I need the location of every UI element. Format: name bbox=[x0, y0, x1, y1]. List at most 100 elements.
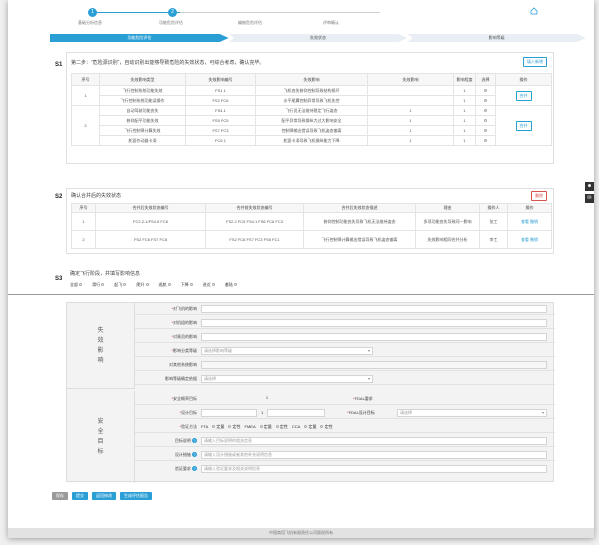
method-options: FTA 定量 定性 FMEA 定量 定性 CCA 定量 定性 bbox=[201, 421, 333, 433]
phase-tab-3[interactable]: 影响等级 bbox=[407, 34, 587, 42]
add-row-button[interactable]: 填入新增 bbox=[523, 57, 547, 67]
back-edit-button[interactable]: 返回修改 bbox=[92, 492, 116, 500]
table-cell: 1 bbox=[367, 135, 454, 146]
fdal-target-select[interactable]: 请选择 bbox=[397, 409, 547, 417]
table-cell: 俯仰配平功能失效 bbox=[99, 115, 186, 126]
group-index: 2 bbox=[71, 105, 100, 146]
s1-col-header: 失效影响类型 bbox=[99, 73, 186, 86]
section-divider bbox=[8, 294, 594, 295]
phase-option[interactable]: 全部 bbox=[70, 282, 83, 288]
table-cell bbox=[367, 85, 454, 96]
merge-button[interactable]: 合并 bbox=[515, 120, 532, 131]
s2-col-header: 操作人 bbox=[479, 203, 508, 213]
method-option[interactable]: 定性 bbox=[275, 421, 288, 433]
design-target-input[interactable] bbox=[201, 409, 257, 417]
table-cell: FC2.2-1/FS4.5 FC6 bbox=[95, 212, 206, 231]
table-cell: FS2 FC6 bbox=[185, 95, 256, 106]
table-cell: FS5 FC5 bbox=[185, 115, 256, 126]
method-option[interactable]: 定量 bbox=[304, 421, 316, 433]
verify-requirement-input[interactable]: 请输入验证要求及相关说明信息 bbox=[201, 465, 547, 473]
row-actions-link[interactable]: 查看 撤销 bbox=[507, 212, 552, 231]
select-radio[interactable] bbox=[475, 85, 496, 96]
select-radio[interactable] bbox=[475, 125, 496, 136]
s1-col-header: 序号 bbox=[71, 73, 100, 86]
fdal-label: FDAL要求 bbox=[354, 396, 373, 401]
table-cell: 1 bbox=[453, 95, 476, 106]
s2-col-header: 序号 bbox=[71, 203, 96, 213]
footer-actions: 保存 提交 返回修改 生成评估报告 bbox=[52, 492, 152, 500]
select-radio[interactable] bbox=[475, 115, 496, 126]
submit-button[interactable]: 提交 bbox=[72, 492, 88, 500]
target-explain-input[interactable]: 请输入目标说明的相关信息 bbox=[201, 437, 547, 445]
phase-bar: 功能危险评估 失效状态 影响等级 bbox=[50, 34, 587, 42]
save-button[interactable]: 保存 bbox=[52, 492, 68, 500]
table-cell: 飞行控制系统功能失效 bbox=[99, 85, 186, 96]
field-label: 对其他系统影响 bbox=[169, 362, 197, 367]
field-label: 设计措施 bbox=[174, 452, 191, 457]
method-option[interactable]: 定量 bbox=[212, 421, 224, 433]
step-2-dot[interactable]: 2 bbox=[168, 8, 177, 17]
section-s1-tag: S1 bbox=[55, 62, 63, 68]
design-measures-input[interactable]: 请输入设计措施或者其他补充说明信息 bbox=[201, 451, 547, 459]
s3-title: 确定飞行阶段，并填写影响信息 bbox=[70, 271, 141, 277]
severity-select[interactable]: 请选择影响等级 bbox=[201, 347, 373, 355]
table-cell: 多项功能丧失导致同一影响 bbox=[415, 212, 480, 231]
select-radio[interactable] bbox=[475, 135, 496, 146]
table-row: 飞行控制系统功能误操作 FS2 FC6 水平尾翼控制异常导致飞机失控 1 bbox=[72, 95, 552, 106]
method-cca: CCA bbox=[291, 424, 301, 429]
table-cell: 1 bbox=[367, 125, 454, 136]
home-icon[interactable] bbox=[530, 7, 538, 15]
phase-option[interactable]: 起飞 bbox=[114, 282, 127, 288]
table-cell: FS4.1 bbox=[185, 105, 256, 116]
user-icon[interactable]: ☻ bbox=[585, 182, 594, 191]
step-3-label: 编制危险评估 bbox=[238, 20, 262, 25]
delete-button[interactable]: 删除 bbox=[531, 191, 547, 201]
help-icon[interactable]: ? bbox=[192, 466, 197, 471]
table-cell: 飞行控制律计算输出错误导致飞机姿态偏离 bbox=[303, 230, 416, 249]
form-row: 影响等级确定依据 请选择 bbox=[135, 373, 555, 385]
method-option[interactable]: 定性 bbox=[320, 421, 333, 433]
method-option[interactable]: 定量 bbox=[259, 421, 272, 433]
form-row: 对其他系统影响 bbox=[135, 359, 555, 371]
row-actions-link[interactable]: 查看 撤销 bbox=[507, 230, 552, 249]
table-cell: FS1.1 bbox=[185, 85, 256, 96]
phase-tab-1[interactable]: 功能危险评估 bbox=[50, 34, 229, 42]
select-radio[interactable] bbox=[475, 95, 496, 106]
chat-icon[interactable]: ✉ bbox=[585, 194, 594, 203]
impact-form: 失效影响 *对飞机的影响 *对机组的影响 *对乘员的影响 *影响分类等级 请选择… bbox=[66, 302, 555, 483]
field-label: 影响等级确定依据 bbox=[165, 376, 197, 381]
phase-tab-2[interactable]: 失效状态 bbox=[228, 34, 408, 42]
table-row: 俯仰配平功能失效 FS5 FC5 配平异常导致操纵力过大影响安全 1 1 bbox=[72, 115, 552, 126]
aircraft-impact-input[interactable] bbox=[201, 305, 547, 313]
help-icon[interactable]: ? bbox=[192, 452, 197, 457]
crew-impact-input[interactable] bbox=[201, 319, 547, 327]
table-cell: 1 bbox=[453, 85, 476, 96]
merge-button[interactable]: 合并 bbox=[515, 90, 532, 101]
form-row: *对飞机的影响 bbox=[135, 303, 555, 315]
phase-option[interactable]: 进近 bbox=[203, 282, 215, 288]
step-1-dot[interactable]: 1 bbox=[88, 8, 97, 17]
s2-col-header: 操作 bbox=[507, 203, 552, 213]
form-row: 目标说明 ? 请输入目标说明的相关信息 bbox=[135, 435, 555, 447]
phase-option[interactable]: 滑行 bbox=[92, 282, 105, 288]
s1-col-header: 失效影响编号 bbox=[185, 73, 256, 86]
design-target-exp-input[interactable] bbox=[267, 409, 325, 417]
other-system-impact-input[interactable] bbox=[201, 361, 547, 369]
s1-title: 第二步：“危险源识别”，自动识别出能够导致危险的失效状态，可综合考虑，确认完毕。 bbox=[71, 60, 265, 66]
select-radio[interactable] bbox=[475, 105, 496, 116]
occupant-impact-input[interactable] bbox=[201, 333, 547, 341]
phase-option[interactable]: 下降 bbox=[181, 282, 193, 288]
phase-option[interactable]: 着陆 bbox=[225, 282, 237, 288]
s2-col-header: 理由 bbox=[415, 203, 480, 213]
phase-option[interactable]: 爬升 bbox=[136, 282, 149, 288]
safety-group-label: 安全目标 bbox=[67, 391, 135, 483]
severity-basis-select[interactable]: 请选择 bbox=[201, 375, 373, 383]
method-option[interactable]: 定性 bbox=[228, 421, 241, 433]
form-row: *对机组的影响 bbox=[135, 317, 555, 329]
table-cell: 舵面卡滞导致飞机操纵能力下降 bbox=[255, 135, 368, 146]
phase-option[interactable]: 巡航 bbox=[159, 282, 171, 288]
generate-report-button[interactable]: 生成评估报告 bbox=[120, 492, 152, 500]
table-cell: 张工 bbox=[479, 212, 508, 231]
help-icon[interactable]: ? bbox=[192, 438, 197, 443]
footer-copyright: 中国商用飞机有限责任公司版权所有 bbox=[8, 528, 594, 538]
